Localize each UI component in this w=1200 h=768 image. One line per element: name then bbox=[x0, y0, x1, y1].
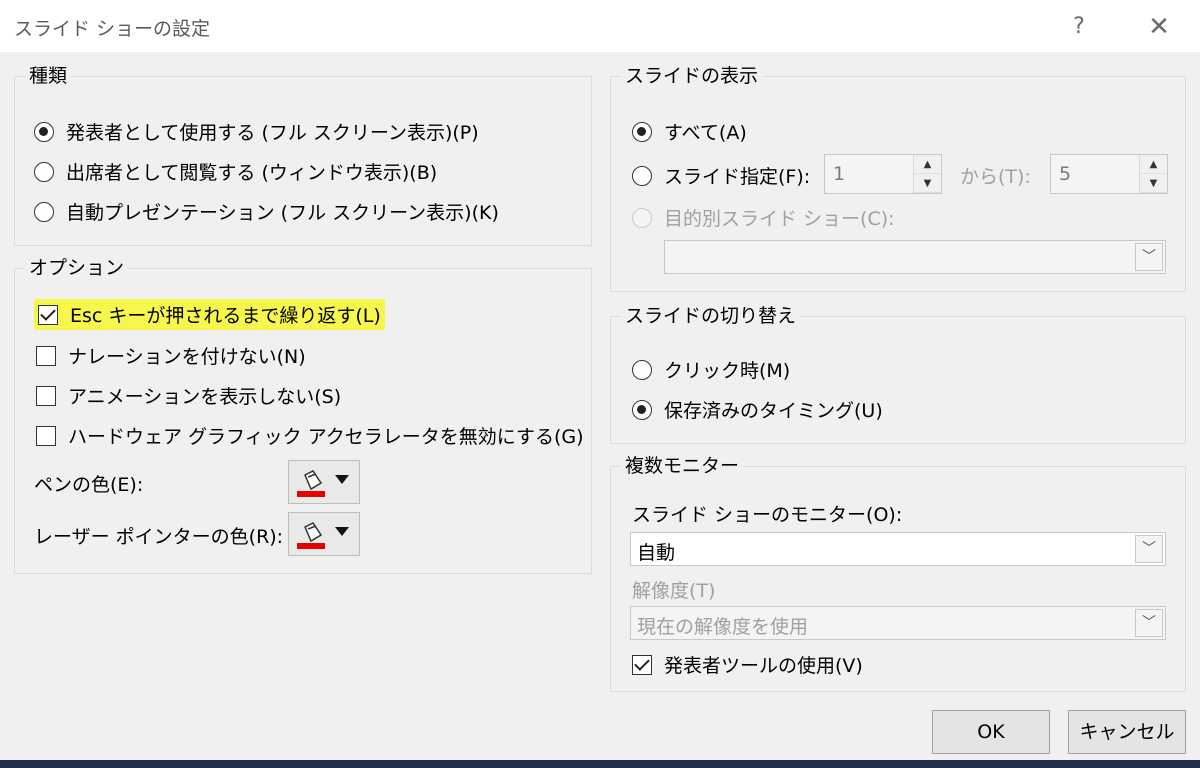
presenter-view-label: 発表者ツールの使用(V) bbox=[664, 655, 863, 677]
no-narration-option[interactable]: ナレーションを付けない(N) bbox=[36, 342, 306, 369]
chevron-down-icon bbox=[335, 475, 349, 484]
laser-color-button[interactable] bbox=[288, 512, 360, 556]
kiosk-mode-label: 自動プレゼンテーション (フル スクリーン表示)(K) bbox=[66, 202, 499, 224]
from-slide-stepper[interactable]: 1 ▲ ▼ bbox=[824, 154, 942, 194]
chevron-down-icon[interactable]: ﹀ bbox=[1135, 609, 1163, 637]
taskbar-edge bbox=[0, 760, 1200, 768]
manual-advance-option[interactable]: クリック時(M) bbox=[632, 356, 790, 383]
laser-color-swatch bbox=[297, 543, 325, 549]
presenter-mode-label: 発表者として使用する (フル スクリーン表示)(P) bbox=[66, 122, 479, 144]
slide-range-option[interactable]: スライド指定(F): bbox=[632, 162, 810, 189]
stepper-up-icon[interactable]: ▲ bbox=[1140, 155, 1167, 174]
chevron-down-icon[interactable]: ﹀ bbox=[1135, 535, 1163, 563]
no-animation-label: アニメーションを表示しない(S) bbox=[68, 386, 342, 408]
use-timings-option[interactable]: 保存済みのタイミング(U) bbox=[632, 396, 883, 423]
use-timings-label: 保存済みのタイミング(U) bbox=[664, 400, 883, 422]
audience-mode-radio[interactable] bbox=[34, 161, 54, 182]
presenter-mode-option[interactable]: 発表者として使用する (フル スクリーン表示)(P) bbox=[34, 118, 479, 145]
chevron-down-icon bbox=[335, 527, 349, 536]
use-timings-radio[interactable] bbox=[632, 399, 652, 420]
to-slide-value: 5 bbox=[1059, 163, 1072, 185]
from-slide-value: 1 bbox=[833, 163, 846, 185]
no-narration-label: ナレーションを付けない(N) bbox=[68, 346, 306, 368]
stepper-down-icon[interactable]: ▼ bbox=[1140, 174, 1167, 193]
help-button[interactable]: ? bbox=[1059, 10, 1099, 44]
custom-show-select[interactable]: ﹀ bbox=[664, 240, 1166, 274]
loop-highlight: Esc キーが押されるまで繰り返す(L) bbox=[34, 299, 385, 330]
show-slides-group-title: スライドの表示 bbox=[621, 63, 763, 89]
disable-hw-accel-label: ハードウェア グラフィック アクセラレータを無効にする(G) bbox=[68, 426, 584, 448]
loop-until-esc-checkbox[interactable] bbox=[38, 304, 58, 325]
loop-until-esc-option[interactable]: Esc キーが押されるまで繰り返す(L) bbox=[34, 299, 385, 330]
audience-mode-label: 出席者として閲覧する (ウィンドウ表示)(B) bbox=[66, 162, 438, 184]
all-slides-option[interactable]: すべて(A) bbox=[632, 118, 747, 145]
to-slide-stepper[interactable]: 5 ▲ ▼ bbox=[1050, 154, 1168, 194]
all-slides-label: すべて(A) bbox=[664, 122, 747, 144]
kiosk-mode-radio[interactable] bbox=[34, 201, 54, 222]
custom-show-label: 目的別スライド ショー(C): bbox=[664, 208, 895, 230]
resolution-value: 現在の解像度を使用 bbox=[637, 616, 809, 638]
no-animation-option[interactable]: アニメーションを表示しない(S) bbox=[36, 382, 341, 409]
multiple-monitors-group-title: 複数モニター bbox=[621, 453, 744, 479]
loop-until-esc-label: Esc キーが押されるまで繰り返す(L) bbox=[70, 305, 381, 327]
to-stepper-arrows: ▲ ▼ bbox=[1139, 155, 1167, 193]
options-group-title: オプション bbox=[25, 255, 129, 281]
close-button[interactable]: ✕ bbox=[1139, 10, 1179, 44]
pen-color-label: ペンの色(E): bbox=[34, 474, 144, 496]
monitor-label: スライド ショーのモニター(O): bbox=[632, 504, 903, 526]
disable-hw-accel-checkbox[interactable] bbox=[36, 425, 56, 446]
monitor-select[interactable]: 自動 ﹀ bbox=[630, 532, 1166, 566]
manual-advance-label: クリック時(M) bbox=[664, 360, 791, 382]
laser-color-label: レーザー ポインターの色(R): bbox=[34, 526, 284, 548]
all-slides-radio[interactable] bbox=[632, 121, 652, 142]
kiosk-mode-option[interactable]: 自動プレゼンテーション (フル スクリーン表示)(K) bbox=[34, 198, 499, 225]
stepper-up-icon[interactable]: ▲ bbox=[914, 155, 941, 174]
custom-show-option[interactable]: 目的別スライド ショー(C): bbox=[632, 204, 895, 231]
stepper-down-icon[interactable]: ▼ bbox=[914, 174, 941, 193]
cancel-button[interactable]: キャンセル bbox=[1068, 710, 1186, 754]
presenter-mode-radio[interactable] bbox=[34, 121, 54, 142]
custom-show-radio[interactable] bbox=[632, 207, 652, 228]
presenter-view-option[interactable]: 発表者ツールの使用(V) bbox=[632, 651, 863, 678]
presenter-view-checkbox[interactable] bbox=[632, 654, 652, 675]
advance-slides-group-title: スライドの切り替え bbox=[621, 303, 801, 329]
no-narration-checkbox[interactable] bbox=[36, 345, 56, 366]
dialog-title: スライド ショーの設定 bbox=[14, 18, 211, 40]
type-group-title: 種類 bbox=[25, 63, 72, 89]
no-animation-checkbox[interactable] bbox=[36, 385, 56, 406]
disable-hw-accel-option[interactable]: ハードウェア グラフィック アクセラレータを無効にする(G) bbox=[36, 422, 584, 449]
monitor-value: 自動 bbox=[637, 542, 676, 564]
manual-advance-radio[interactable] bbox=[632, 359, 652, 380]
ok-button[interactable]: OK bbox=[932, 710, 1050, 754]
pen-color-swatch bbox=[297, 491, 325, 497]
chevron-down-icon[interactable]: ﹀ bbox=[1135, 243, 1163, 271]
slide-range-radio[interactable] bbox=[632, 165, 652, 186]
resolution-label: 解像度(T) bbox=[632, 580, 716, 602]
slide-range-label: スライド指定(F): bbox=[664, 166, 811, 188]
to-slide-label: から(T): bbox=[960, 166, 1031, 188]
resolution-select[interactable]: 現在の解像度を使用 ﹀ bbox=[630, 606, 1166, 640]
pen-color-button[interactable] bbox=[288, 460, 360, 504]
from-stepper-arrows: ▲ ▼ bbox=[913, 155, 941, 193]
title-bar: スライド ショーの設定 ? ✕ bbox=[0, 0, 1200, 52]
audience-mode-option[interactable]: 出席者として閲覧する (ウィンドウ表示)(B) bbox=[34, 158, 437, 185]
